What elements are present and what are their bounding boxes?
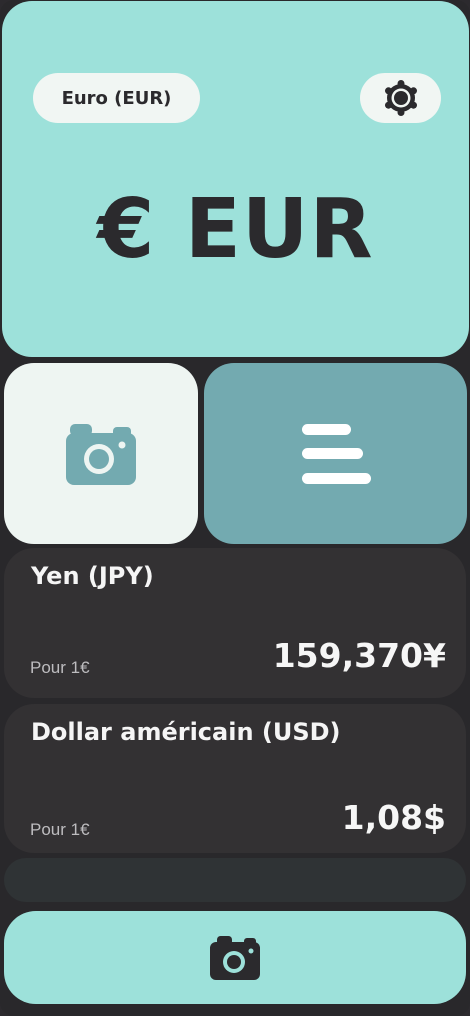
base-currency-panel: Euro (EUR) € EUR bbox=[2, 1, 469, 357]
converted-value: 159,370¥ bbox=[272, 636, 446, 675]
camera-icon bbox=[210, 935, 260, 980]
rate-basis-label: Pour 1€ bbox=[30, 820, 90, 839]
currency-name: Dollar américain (USD) bbox=[31, 718, 341, 746]
currency-list-button[interactable] bbox=[204, 363, 467, 544]
conversion-card-jpy[interactable]: Yen (JPY) Pour 1€ 159,370¥ bbox=[4, 548, 466, 698]
rate-basis-label: Pour 1€ bbox=[30, 658, 90, 677]
app-screen: Euro (EUR) € EUR Yen (JPY) Pour 1€ 159,3… bbox=[0, 0, 470, 1016]
base-currency-selector[interactable]: Euro (EUR) bbox=[33, 73, 200, 123]
converted-value: 1,08$ bbox=[341, 798, 446, 837]
camera-capture-button[interactable] bbox=[4, 911, 466, 1004]
conversion-card-usd[interactable]: Dollar américain (USD) Pour 1€ 1,08$ bbox=[4, 704, 466, 853]
settings-button[interactable] bbox=[360, 73, 441, 123]
settings-icon bbox=[384, 80, 417, 116]
camera-scan-button[interactable] bbox=[4, 363, 198, 544]
camera-icon bbox=[66, 423, 136, 485]
menu-lines-icon bbox=[301, 423, 371, 484]
currency-name: Yen (JPY) bbox=[31, 562, 154, 590]
add-currency-slot[interactable] bbox=[4, 858, 466, 902]
base-currency-title: € EUR bbox=[97, 182, 374, 277]
